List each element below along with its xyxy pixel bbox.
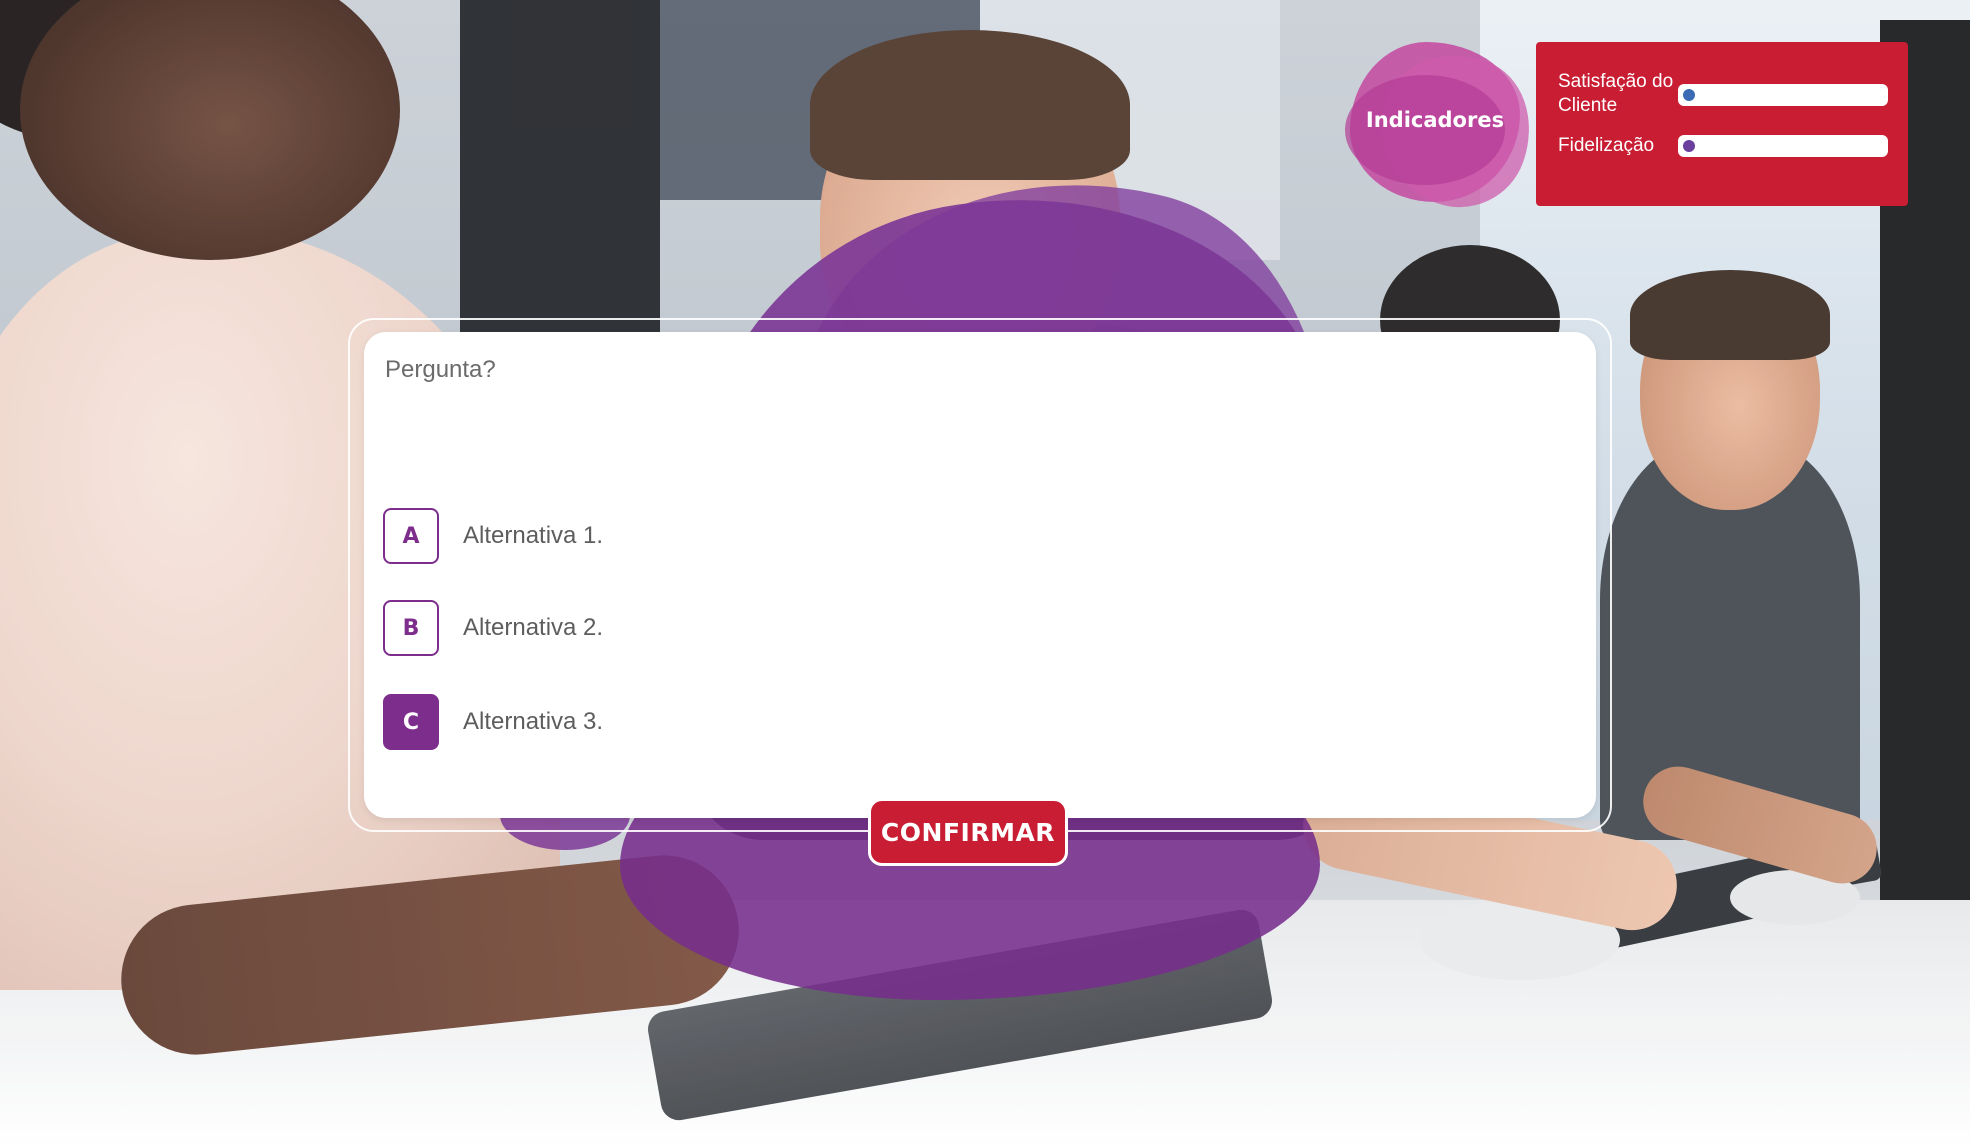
option-a-letter[interactable]: A [383, 508, 439, 564]
stage: Pergunta? A Alternativa 1. B Alternativa… [0, 0, 1970, 1147]
question-text: Pergunta? [385, 356, 496, 383]
confirm-button[interactable]: CONFIRMAR [868, 798, 1068, 866]
loyalty-label: Fidelização [1558, 135, 1655, 156]
option-b-letter[interactable]: B [383, 600, 439, 656]
satisfaction-label: Satisfação do Cliente [1558, 71, 1674, 116]
option-c[interactable]: C Alternativa 3. [383, 694, 603, 750]
option-c-letter[interactable]: C [383, 694, 439, 750]
option-a-text[interactable]: Alternativa 1. [463, 522, 603, 550]
indicators-title: Indicadores [1365, 108, 1505, 132]
option-a[interactable]: A Alternativa 1. [383, 508, 603, 564]
satisfaction-bar [1678, 84, 1888, 106]
indicators-panel [1536, 42, 1908, 206]
loyalty-indicator-dot [1683, 140, 1695, 152]
option-c-text[interactable]: Alternativa 3. [463, 708, 603, 736]
satisfaction-indicator-dot [1683, 89, 1695, 101]
loyalty-bar [1678, 135, 1888, 157]
option-b-text[interactable]: Alternativa 2. [463, 614, 603, 642]
option-b[interactable]: B Alternativa 2. [383, 600, 603, 656]
